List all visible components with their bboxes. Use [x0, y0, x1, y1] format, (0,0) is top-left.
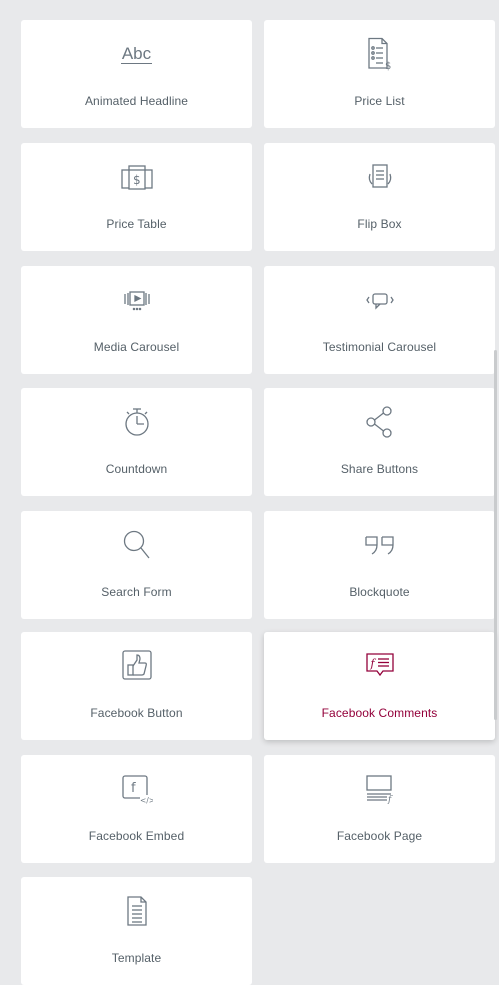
widget-animated-headline[interactable]: Abc Animated Headline	[21, 20, 252, 128]
widget-label: Template	[111, 951, 162, 965]
widgets-panel: Abc Animated Headline $ Price List $ Pri…	[0, 0, 499, 985]
widget-label: Facebook Button	[90, 706, 183, 720]
template-icon	[21, 891, 252, 931]
facebook-embed-icon: f </>	[21, 769, 252, 809]
share-icon	[264, 402, 495, 442]
svg-text:f: f	[387, 795, 393, 804]
widget-blockquote[interactable]: Blockquote	[264, 511, 495, 619]
widget-facebook-embed[interactable]: f </> Facebook Embed	[21, 755, 252, 863]
facebook-page-icon: f	[264, 769, 495, 809]
widget-label: Animated Headline	[84, 94, 189, 108]
widget-facebook-button[interactable]: Facebook Button	[21, 632, 252, 740]
widget-label: Share Buttons	[340, 462, 419, 476]
blockquote-icon	[264, 525, 495, 565]
countdown-icon	[21, 402, 252, 442]
widget-label: Price Table	[106, 217, 167, 231]
widget-label: Facebook Embed	[88, 829, 185, 843]
svg-text:$: $	[385, 61, 391, 71]
price-table-icon: $	[21, 157, 252, 197]
search-icon	[21, 525, 252, 565]
widget-label: Countdown	[105, 462, 168, 476]
facebook-comments-icon: f	[264, 646, 495, 686]
panel-scrollbar[interactable]	[494, 350, 497, 720]
widget-facebook-page[interactable]: f Facebook Page	[264, 755, 495, 863]
svg-text:</>: </>	[140, 796, 153, 805]
widget-label: Facebook Comments	[321, 706, 438, 720]
widget-label: Blockquote	[349, 585, 410, 599]
testimonial-carousel-icon	[264, 280, 495, 320]
svg-text:f: f	[369, 657, 376, 670]
media-carousel-icon	[21, 280, 252, 320]
flip-box-icon	[264, 157, 495, 197]
widget-label: Price List	[354, 94, 405, 108]
widget-price-list[interactable]: $ Price List	[264, 20, 495, 128]
widget-media-carousel[interactable]: Media Carousel	[21, 266, 252, 374]
widget-search-form[interactable]: Search Form	[21, 511, 252, 619]
widget-countdown[interactable]: Countdown	[21, 388, 252, 496]
svg-text:$: $	[133, 173, 141, 187]
widget-label: Testimonial Carousel	[322, 340, 437, 354]
widget-share-buttons[interactable]: Share Buttons	[264, 388, 495, 496]
widget-facebook-comments[interactable]: f Facebook Comments	[264, 632, 495, 740]
animated-headline-icon: Abc	[120, 43, 153, 64]
widget-label: Media Carousel	[93, 340, 180, 354]
widget-label: Facebook Page	[336, 829, 423, 843]
facebook-like-icon	[21, 646, 252, 686]
widget-label: Flip Box	[357, 217, 402, 231]
price-list-icon: $	[264, 34, 495, 74]
widget-price-table[interactable]: $ Price Table	[21, 143, 252, 251]
widget-template[interactable]: Template	[21, 877, 252, 985]
widget-flip-box[interactable]: Flip Box	[264, 143, 495, 251]
svg-text:f: f	[131, 781, 136, 796]
widget-label: Search Form	[101, 585, 172, 599]
widget-testimonial-carousel[interactable]: Testimonial Carousel	[264, 266, 495, 374]
